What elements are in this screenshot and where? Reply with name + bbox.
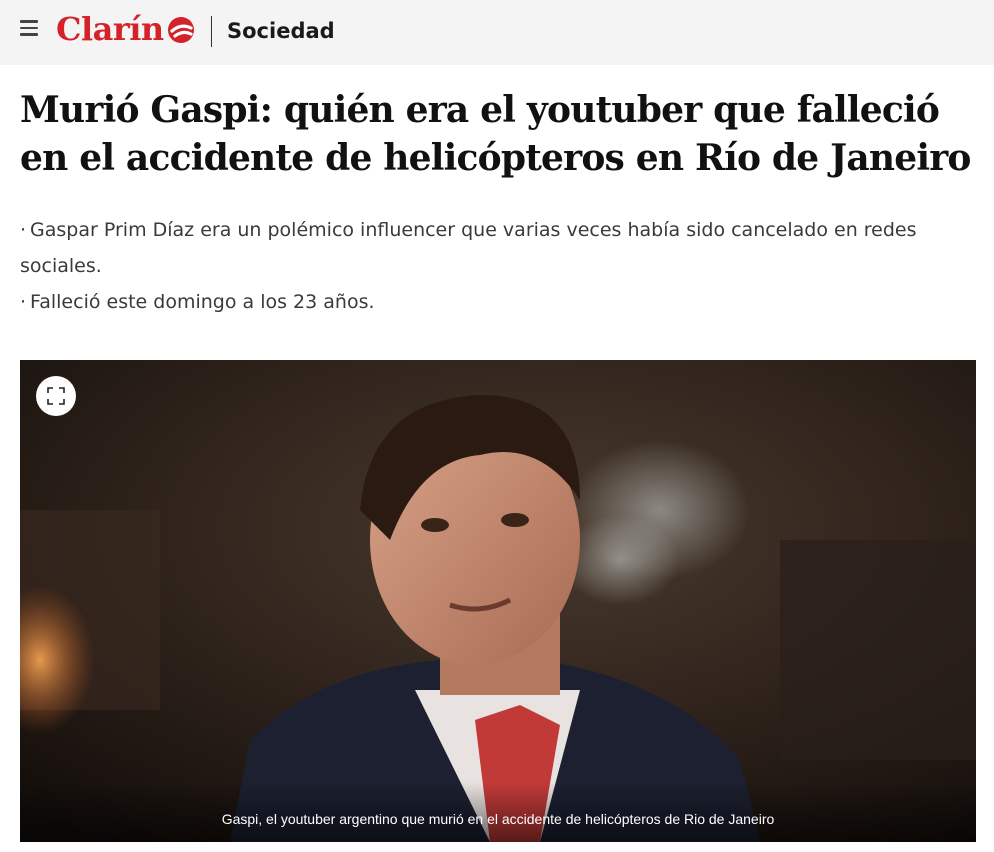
image-caption-overlay: Gaspi, el youtuber argentino que murió e… <box>20 782 976 842</box>
site-logo[interactable]: Clarín <box>56 9 196 49</box>
article-headline: Murió Gaspi: quién era el youtuber que f… <box>20 89 971 179</box>
summary-item: · Gaspar Prim Díaz era un polémico influe… <box>20 212 955 284</box>
site-header: Clarín Sociedad <box>0 0 994 65</box>
logo-icon <box>167 17 194 43</box>
article-lead-image[interactable]: Gaspi, el youtuber argentino que murió e… <box>20 360 976 842</box>
fullscreen-expand-icon[interactable] <box>36 376 76 416</box>
image-caption: Gaspi, el youtuber argentino que murió e… <box>221 811 775 827</box>
article-summary: · Gaspar Prim Díaz era un polémico influe… <box>20 212 955 320</box>
header-divider <box>211 16 212 47</box>
bullet-glyph: · <box>20 219 27 241</box>
summary-text: Gaspar Prim Díaz era un polémico influen… <box>20 219 917 277</box>
lead-photo <box>20 360 976 842</box>
logo-wordmark: Clarín <box>56 10 164 48</box>
bullet-glyph: · <box>20 291 27 313</box>
summary-text: Falleció este domingo a los 23 años. <box>30 291 375 313</box>
summary-item: · Falleció este domingo a los 23 años. <box>20 284 955 320</box>
hamburger-menu-icon[interactable] <box>20 20 40 40</box>
section-link[interactable]: Sociedad <box>227 16 335 46</box>
